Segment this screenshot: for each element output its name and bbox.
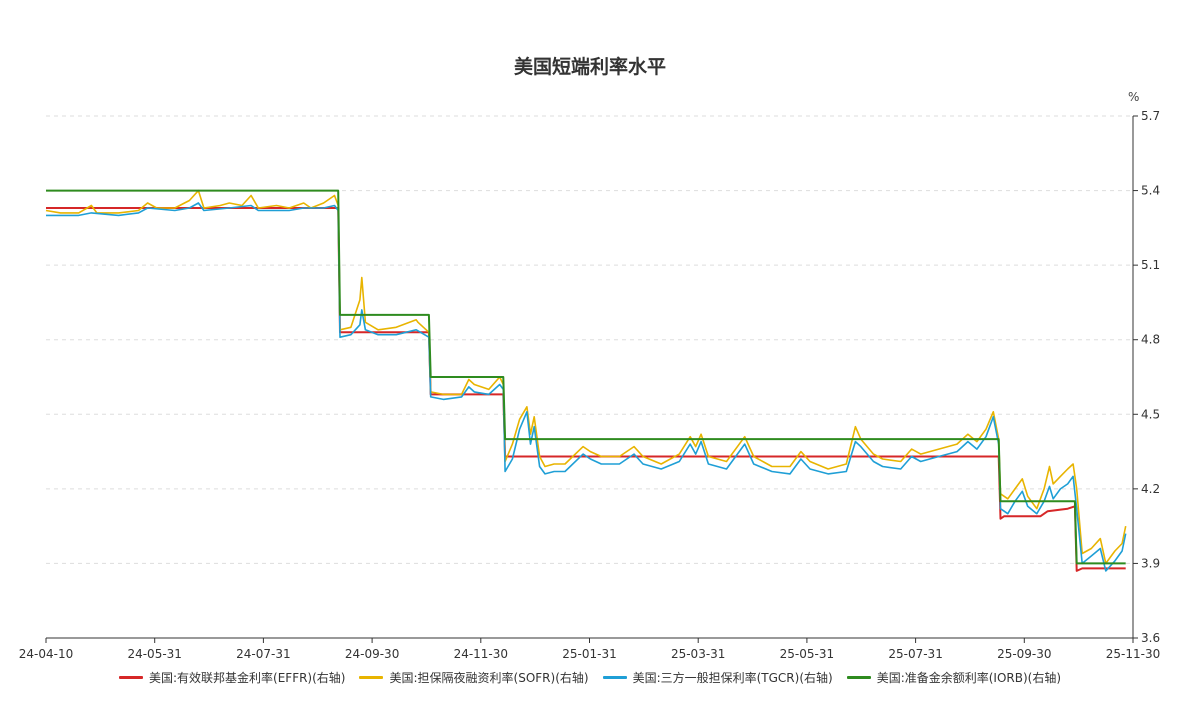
x-tick-label: 24-09-30 bbox=[345, 647, 399, 661]
x-tick-label: 25-01-31 bbox=[562, 647, 616, 661]
x-tick-label: 25-11-30 bbox=[1106, 647, 1160, 661]
legend-swatch bbox=[846, 676, 871, 679]
x-tick-label: 24-04-10 bbox=[19, 647, 73, 661]
series-line-3 bbox=[46, 202, 1127, 572]
legend-item-4[interactable]: 美国:准备金余额利率(IORB)(右轴) bbox=[846, 669, 1062, 686]
x-tick-label: 24-05-31 bbox=[127, 647, 181, 661]
legend-item-2[interactable]: 美国:担保隔夜融资利率(SOFR)(右轴) bbox=[359, 669, 589, 686]
legend-swatch bbox=[602, 676, 627, 679]
axes: 3.6 3.9 4.2 4.5 4.8 5.1 5.4 5.7 24-04-10 24-05-31… bbox=[19, 109, 1160, 661]
y-tick-label: 5.1 bbox=[1141, 258, 1160, 272]
y-tick-label: 3.6 bbox=[1141, 631, 1160, 645]
x-tick-label: 24-07-31 bbox=[236, 647, 290, 661]
legend-label: 美国:有效联邦基金利率(EFFR)(右轴) bbox=[148, 671, 346, 685]
x-tick-label: 25-03-31 bbox=[671, 647, 725, 661]
legend-item-3[interactable]: 美国:三方一般担保利率(TGCR)(右轴) bbox=[602, 669, 833, 686]
x-tick-label: 24-11-30 bbox=[454, 647, 508, 661]
chart-container: 美国短端利率水平 % 3.6 3.9 4.2 4.5 4.8 5.1 5.4 5.7 24-04… bbox=[0, 0, 1180, 701]
line-chart-plot: 3.6 3.9 4.2 4.5 4.8 5.1 5.4 5.7 24-04-10 24-05-31… bbox=[19, 109, 1160, 661]
series-lines bbox=[45, 189, 1127, 572]
y-tick-label: 4.5 bbox=[1141, 407, 1160, 421]
y-tick-label: 5.7 bbox=[1141, 109, 1160, 123]
y-tick-label: 5.4 bbox=[1141, 184, 1160, 198]
chart-legend: 美国:有效联邦基金利率(EFFR)(右轴) 美国:担保隔夜融资利率(SOFR)(右… bbox=[0, 669, 1180, 686]
x-tick-label: 25-07-31 bbox=[888, 647, 942, 661]
legend-label: 美国:准备金余额利率(IORB)(右轴) bbox=[876, 671, 1062, 685]
y-tick-label: 4.2 bbox=[1141, 482, 1160, 496]
x-tick-label: 25-09-30 bbox=[997, 647, 1051, 661]
series-line-1 bbox=[46, 207, 1126, 572]
series-line-2 bbox=[45, 189, 1127, 565]
y-tick-label: 4.8 bbox=[1141, 333, 1160, 347]
series-line-4 bbox=[46, 189, 1126, 565]
legend-label: 美国:三方一般担保利率(TGCR)(右轴) bbox=[632, 671, 833, 685]
y-tick-label: 3.9 bbox=[1141, 556, 1160, 570]
legend-swatch bbox=[359, 676, 384, 679]
legend-label: 美国:担保隔夜融资利率(SOFR)(右轴) bbox=[389, 671, 589, 685]
legend-swatch bbox=[118, 676, 143, 679]
legend-item-1[interactable]: 美国:有效联邦基金利率(EFFR)(右轴) bbox=[118, 669, 346, 686]
grid-lines bbox=[46, 115, 1133, 564]
x-tick-label: 25-05-31 bbox=[780, 647, 834, 661]
